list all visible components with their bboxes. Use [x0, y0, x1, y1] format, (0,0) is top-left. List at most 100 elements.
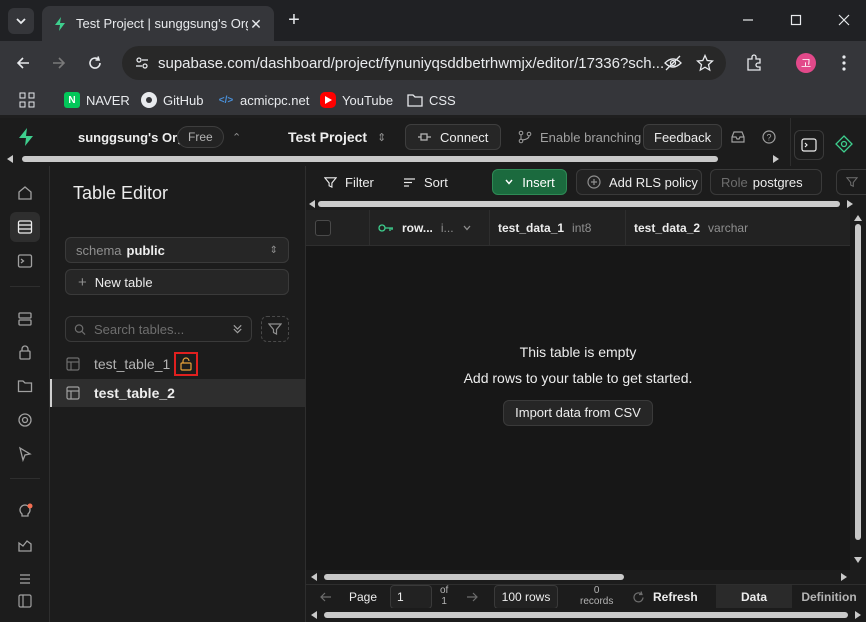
- back-icon[interactable]: [11, 51, 35, 75]
- bookmarks-bar: N NAVER GitHub </> acmicpc.net YouTube C…: [0, 85, 866, 115]
- column-header[interactable]: row... i...: [370, 209, 490, 246]
- ai-assistant-icon[interactable]: [835, 135, 853, 156]
- tab-search-button[interactable]: [8, 8, 34, 34]
- table-item[interactable]: test_table_1: [50, 350, 305, 378]
- maximize-icon[interactable]: [783, 8, 809, 32]
- scrollbar-thumb[interactable]: [22, 156, 718, 162]
- sidebar-title: Table Editor: [73, 183, 169, 203]
- help-icon[interactable]: ?: [762, 118, 776, 156]
- close-tab-icon[interactable]: ✕: [248, 16, 264, 32]
- column-header[interactable]: test_data_1 int8: [490, 209, 626, 246]
- schema-label: schema: [76, 242, 122, 258]
- column-header-row: row... i... test_data_1 int8 test_data_2…: [306, 209, 850, 246]
- footer-scrollbar[interactable]: [306, 608, 866, 622]
- sidebar-toggle-icon[interactable]: [10, 586, 40, 616]
- edge-functions-icon[interactable]: [10, 439, 40, 469]
- toolbar-scrollbar[interactable]: [306, 198, 866, 210]
- feedback-button[interactable]: Feedback: [643, 118, 723, 156]
- home-icon[interactable]: [10, 178, 40, 208]
- bookmark-youtube[interactable]: YouTube: [320, 90, 393, 110]
- chevron-updown-icon: ⇕: [269, 244, 278, 256]
- scrollbar-thumb[interactable]: [324, 574, 624, 580]
- search-tables-input[interactable]: [93, 321, 224, 337]
- prev-page-icon[interactable]: [320, 585, 332, 609]
- insert-button[interactable]: Insert: [492, 169, 567, 195]
- profile-avatar[interactable]: 고: [796, 53, 816, 73]
- table-item[interactable]: test_table_2: [50, 379, 305, 407]
- tab-title: Test Project | sunggsung's Org: [76, 16, 248, 31]
- bookmark-star-icon[interactable]: [696, 54, 714, 72]
- table-editor-icon[interactable]: [10, 212, 40, 242]
- scroll-left-arrow-icon[interactable]: [308, 200, 316, 208]
- refresh-button[interactable]: Refresh: [632, 585, 698, 609]
- scroll-right-arrow-icon[interactable]: [854, 611, 862, 619]
- bookmark-css-folder[interactable]: CSS: [407, 90, 456, 110]
- sort-button[interactable]: Sort: [403, 170, 448, 194]
- import-csv-button[interactable]: Import data from CSV: [503, 400, 653, 426]
- add-rls-policy-button[interactable]: Add RLS policy: [576, 169, 702, 195]
- chevrons-down-icon[interactable]: [232, 323, 243, 335]
- scroll-up-arrow-icon[interactable]: [854, 214, 862, 222]
- connect-button[interactable]: Connect: [405, 118, 502, 156]
- rls-disabled-indicator[interactable]: [174, 352, 199, 376]
- database-icon[interactable]: [10, 304, 40, 334]
- filter-button[interactable]: Filter: [324, 170, 374, 194]
- extensions-icon[interactable]: [742, 51, 766, 75]
- browser-menu-icon[interactable]: [832, 51, 856, 75]
- project-switcher[interactable]: Test Project ⇕: [288, 118, 386, 156]
- scrollbar-thumb[interactable]: [324, 612, 848, 618]
- auth-lock-icon[interactable]: [10, 337, 40, 367]
- sql-terminal-icon[interactable]: [794, 130, 824, 160]
- tab-data[interactable]: Data: [716, 585, 792, 609]
- grid-vertical-scrollbar[interactable]: [850, 210, 866, 570]
- new-tab-icon[interactable]: +: [284, 10, 304, 30]
- forward-icon[interactable]: [47, 51, 71, 75]
- close-window-icon[interactable]: [831, 8, 857, 32]
- scroll-left-arrow-icon[interactable]: [6, 155, 14, 163]
- org-switcher[interactable]: sunggsung's Org: [78, 118, 185, 156]
- supabase-logo[interactable]: [16, 118, 36, 156]
- bookmark-github[interactable]: GitHub: [141, 90, 203, 110]
- sql-editor-icon[interactable]: [10, 246, 40, 276]
- new-table-button[interactable]: + New table: [65, 269, 289, 295]
- column-header[interactable]: test_data_2 varchar: [626, 210, 850, 246]
- select-all-checkbox[interactable]: [315, 219, 331, 236]
- reports-icon[interactable]: [10, 530, 40, 560]
- bookmark-naver[interactable]: N NAVER: [64, 90, 130, 110]
- scrollbar-thumb[interactable]: [855, 224, 861, 540]
- next-page-icon[interactable]: [466, 585, 478, 609]
- app-header: sunggsung's Org Free ⌃ Test Project ⇕ Co…: [0, 118, 790, 156]
- minimize-icon[interactable]: [735, 8, 761, 32]
- scroll-down-arrow-icon[interactable]: [854, 556, 862, 564]
- scrollbar-thumb[interactable]: [318, 201, 840, 207]
- inbox-icon[interactable]: [731, 118, 745, 156]
- site-settings-icon[interactable]: [132, 53, 152, 73]
- header-scrollbar[interactable]: [0, 152, 790, 166]
- scroll-right-arrow-icon[interactable]: [840, 573, 848, 581]
- storage-icon[interactable]: [10, 371, 40, 401]
- reload-icon[interactable]: [83, 51, 107, 75]
- browser-tab[interactable]: Test Project | sunggsung's Org ✕: [42, 6, 274, 41]
- apps-icon[interactable]: [19, 90, 35, 110]
- tab-definition[interactable]: Definition: [792, 585, 866, 609]
- advisors-lightbulb-icon[interactable]: [10, 496, 40, 526]
- role-selector[interactable]: Role postgres: [710, 169, 822, 195]
- filter-tables-button[interactable]: [261, 316, 289, 342]
- chevron-down-icon[interactable]: [462, 223, 472, 233]
- address-bar[interactable]: supabase.com/dashboard/project/fynuniyqs…: [122, 46, 726, 80]
- scroll-left-arrow-icon[interactable]: [310, 611, 318, 619]
- more-filter-button[interactable]: [836, 169, 866, 195]
- enable-branching-button[interactable]: Enable branching: [518, 118, 641, 156]
- bookmark-acmicpc[interactable]: </> acmicpc.net: [218, 90, 310, 110]
- scroll-left-arrow-icon[interactable]: [310, 573, 318, 581]
- page-number-input[interactable]: 1: [390, 585, 432, 609]
- org-chevron-icon[interactable]: ⌃: [232, 118, 241, 156]
- scroll-right-arrow-icon[interactable]: [772, 155, 780, 163]
- grid-horizontal-scrollbar[interactable]: [306, 570, 866, 584]
- rows-per-page-selector[interactable]: 100 rows: [494, 585, 558, 609]
- schema-selector[interactable]: schema public ⇕: [65, 237, 289, 263]
- realtime-icon[interactable]: [10, 405, 40, 435]
- scroll-right-arrow-icon[interactable]: [846, 200, 854, 208]
- supabase-logo-icon: [19, 128, 33, 146]
- eye-off-icon[interactable]: [664, 54, 682, 72]
